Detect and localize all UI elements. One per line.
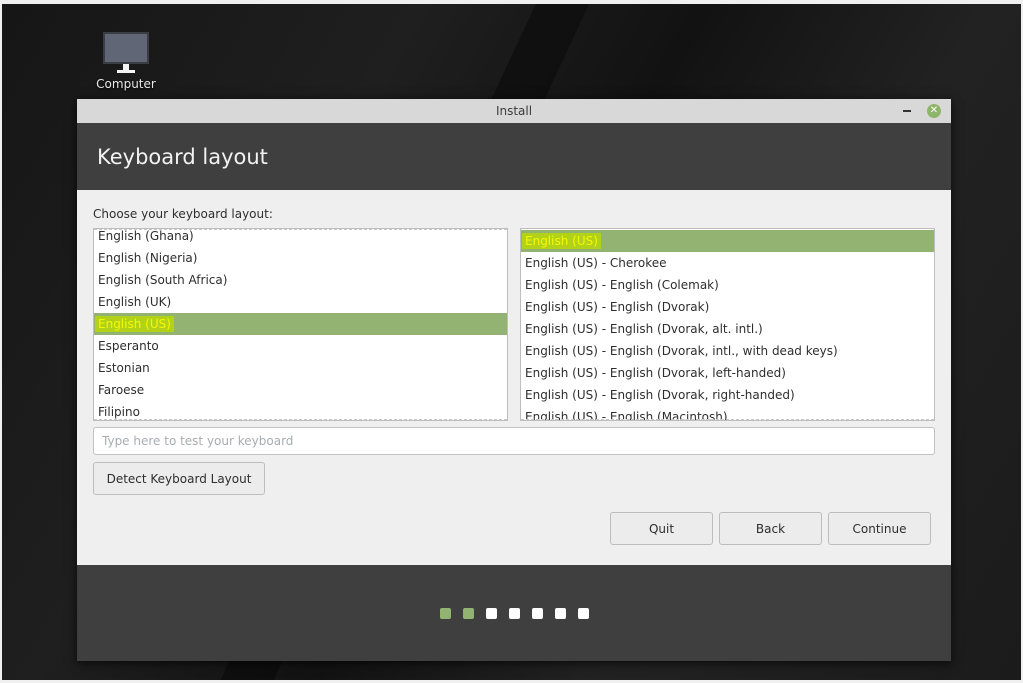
layout-list-item[interactable]: Filipino	[94, 401, 507, 420]
progress-step-dot	[439, 607, 451, 619]
computer-monitor-icon	[103, 32, 149, 64]
progress-step-dot	[554, 607, 566, 619]
progress-step-dot	[577, 607, 589, 619]
list-item-label: Filipino	[98, 405, 140, 419]
variant-list-item[interactable]: English (US) - English (Dvorak, right-ha…	[521, 384, 934, 406]
layout-list-item[interactable]: English (UK)	[94, 291, 507, 313]
desktop-icon-label: Computer	[96, 77, 156, 91]
page-header: Keyboard layout	[77, 123, 951, 190]
variant-list-item[interactable]: English (US) - English (Dvorak, intl., w…	[521, 340, 934, 362]
layout-list-item[interactable]: Faroese	[94, 379, 507, 401]
layout-list-item[interactable]: English (Nigeria)	[94, 247, 507, 269]
progress-step-dot	[462, 607, 474, 619]
list-item-label: English (Nigeria)	[98, 251, 198, 265]
list-item-label: English (US) - English (Dvorak, intl., w…	[525, 344, 838, 358]
layout-prompt: Choose your keyboard layout:	[93, 207, 273, 221]
layout-list[interactable]: English (Ghana) English (Nigeria) English …	[93, 228, 508, 421]
installer-window: Install ✕ Keyboard layout Choose your ke…	[77, 99, 951, 661]
list-item-label: Esperanto	[98, 339, 159, 353]
list-item-label: Estonian	[98, 361, 150, 375]
variant-list[interactable]: English (US) English (US) - Cherokee Engli…	[520, 228, 935, 421]
variant-list-item[interactable]: English (US) - English (Dvorak, alt. int…	[521, 318, 934, 340]
desktop-icon-computer[interactable]: Computer	[90, 32, 162, 91]
variant-list-item[interactable]: English (US)	[521, 230, 934, 252]
list-item-label: English (UK)	[98, 295, 172, 309]
list-item-label: English (US) - English (Colemak)	[525, 278, 719, 292]
quit-button[interactable]: Quit	[610, 512, 713, 545]
layout-list-item[interactable]: Estonian	[94, 357, 507, 379]
layout-list-item[interactable]: English (Ghana)	[94, 229, 507, 247]
list-item-label: English (US) - English (Dvorak, right-ha…	[525, 388, 795, 402]
list-item-label: English (Ghana)	[98, 229, 194, 243]
variant-list-item[interactable]: English (US) - English (Dvorak, left-han…	[521, 362, 934, 384]
progress-step-dot	[485, 607, 497, 619]
back-button[interactable]: Back	[719, 512, 822, 545]
list-item-label: English (US)	[95, 316, 174, 332]
variant-list-item[interactable]: English (US) - English (Dvorak)	[521, 296, 934, 318]
progress-step-dot	[508, 607, 520, 619]
layout-list-item[interactable]: English (US)	[94, 313, 507, 335]
page-title: Keyboard layout	[97, 144, 268, 169]
close-icon[interactable]: ✕	[927, 104, 941, 118]
page-content: Choose your keyboard layout: English (Gh…	[77, 190, 951, 565]
list-item-label: English (US) - English (Dvorak, left-han…	[525, 366, 786, 380]
progress-footer	[77, 565, 951, 661]
list-item-label: English (US) - Cherokee	[525, 256, 667, 270]
list-item-label: English (US)	[522, 233, 601, 249]
continue-button[interactable]: Continue	[828, 512, 931, 545]
variant-list-item[interactable]: English (US) - English (Colemak)	[521, 274, 934, 296]
window-titlebar[interactable]: Install ✕	[77, 99, 951, 123]
list-item-label: English (South Africa)	[98, 273, 228, 287]
layout-list-item[interactable]: English (South Africa)	[94, 269, 507, 291]
minimize-icon[interactable]	[903, 110, 911, 112]
list-item-label: Faroese	[98, 383, 145, 397]
layout-list-item[interactable]: Esperanto	[94, 335, 507, 357]
variant-list-item[interactable]: English (US) - Cherokee	[521, 252, 934, 274]
detect-keyboard-layout-button[interactable]: Detect Keyboard Layout	[93, 462, 265, 495]
list-item-label: English (US) - English (Dvorak, alt. int…	[525, 322, 763, 336]
keyboard-test-input[interactable]	[93, 427, 935, 455]
window-title: Install	[495, 104, 533, 118]
progress-step-dot	[531, 607, 543, 619]
list-item-label: English (US) - English (Dvorak)	[525, 300, 710, 314]
